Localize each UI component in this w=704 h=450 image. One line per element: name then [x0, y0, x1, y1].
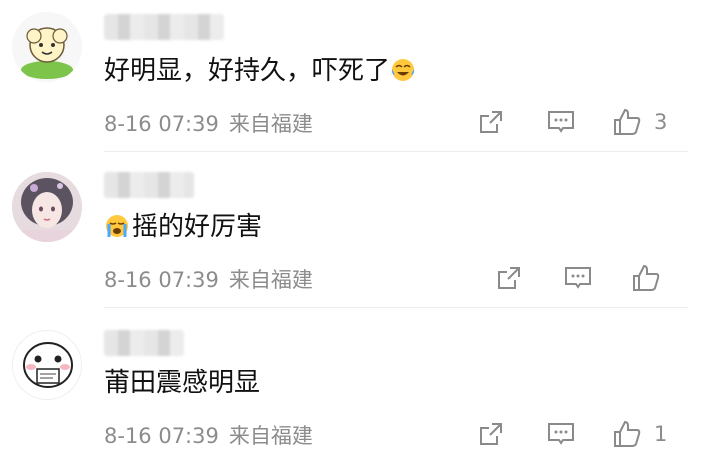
like-button[interactable]: 3 [612, 106, 667, 138]
comment-time: 8-16 07:39 [104, 424, 219, 448]
thumbs-up-icon [633, 264, 660, 291]
comment-location: 来自福建 [228, 112, 313, 136]
like-button[interactable]: 1 [612, 418, 667, 450]
comment-item: 莆田震感明显 8-16 07:39 来自福建 1 [0, 308, 704, 450]
comment-meta: 8-16 07:39 来自福建 [104, 420, 323, 450]
comment-meta: 8-16 07:39 来自福建 [104, 108, 323, 138]
comment-meta: 8-16 07:39 来自福建 [104, 264, 323, 294]
comment-icon [548, 111, 574, 133]
sheep-avatar-icon [12, 12, 82, 82]
thumbs-up-icon [614, 108, 641, 135]
comment-text: 摇的好厉害 [104, 210, 262, 244]
like-button[interactable] [631, 262, 673, 294]
share-button[interactable] [476, 106, 506, 138]
like-count: 3 [654, 110, 668, 134]
avatar[interactable] [12, 172, 82, 242]
username-blurred[interactable] [104, 330, 184, 356]
thumbs-up-icon [614, 420, 641, 447]
comment-icon [548, 423, 574, 445]
comment-location: 来自福建 [228, 268, 313, 292]
comment-text: 莆田震感明显 [104, 368, 261, 398]
reply-button[interactable] [546, 418, 576, 450]
crying-emoji-icon [106, 215, 128, 237]
comment-time: 8-16 07:39 [104, 112, 219, 136]
comment-icon [565, 267, 591, 289]
laugh-cry-emoji-icon [391, 59, 415, 81]
comment-item: 摇的好厉害 8-16 07:39 来自福建 [0, 152, 704, 308]
comment-text: 好明显，好持久，吓死了 [104, 54, 416, 88]
share-icon [498, 267, 520, 289]
avatar[interactable] [12, 330, 82, 400]
comment-item: 好明显，好持久，吓死了 8-16 07:39 来自福建 3 [0, 0, 704, 152]
like-count: 1 [654, 422, 668, 446]
share-icon [480, 423, 502, 445]
share-button[interactable] [494, 262, 524, 294]
girl-avatar-icon [12, 172, 82, 242]
username-blurred[interactable] [104, 14, 224, 40]
comment-time: 8-16 07:39 [104, 268, 219, 292]
share-button[interactable] [476, 418, 506, 450]
comment-location: 来自福建 [228, 424, 313, 448]
cartoon-avatar-icon [13, 331, 81, 399]
reply-button[interactable] [546, 106, 576, 138]
username-blurred[interactable] [104, 172, 194, 198]
avatar[interactable] [12, 12, 82, 82]
share-icon [480, 111, 502, 133]
reply-button[interactable] [563, 262, 593, 294]
